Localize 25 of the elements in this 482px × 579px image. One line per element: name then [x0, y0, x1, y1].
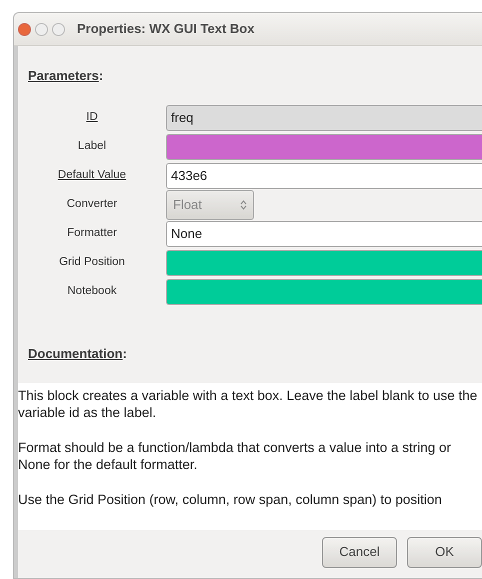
spinner-arrows-icon: [240, 199, 247, 211]
input-field[interactable]: 433e6: [166, 163, 482, 189]
close-button[interactable]: [18, 22, 31, 36]
field-label: Formatter: [67, 227, 117, 240]
doc-paragraph: Format should be a function/lambda that converts a value into a string or None for the default formatter.: [18, 438, 452, 472]
field-label: Grid Position: [59, 256, 125, 268]
doc-paragraph: Use the Grid Position (row, column, row span, column span) to position: [18, 490, 443, 508]
section-heading: Parameters:: [27, 67, 104, 85]
input-field[interactable]: None: [166, 221, 482, 247]
input-field[interactable]: [166, 250, 482, 276]
doc-paragraph: This block creates a variable with a text box. Leave the label blank to use the variable id as the label.: [18, 386, 478, 420]
field-label: Default Value: [58, 169, 126, 182]
input-field[interactable]: [166, 134, 482, 160]
ok-button[interactable]: OK: [407, 536, 482, 568]
field-label: Converter: [66, 198, 118, 210]
input-field[interactable]: [166, 279, 482, 305]
minimize-button[interactable]: [35, 22, 48, 36]
field-label: Notebook: [67, 285, 117, 298]
window-title: Properties: WX GUI Text Box: [77, 20, 254, 38]
maximize-button[interactable]: [52, 22, 65, 36]
field-label: Label: [78, 140, 106, 152]
cancel-button[interactable]: Cancel: [322, 536, 397, 568]
input-field[interactable]: freq: [166, 105, 482, 131]
field-label: ID: [86, 111, 98, 124]
section-heading: Documentation:: [27, 344, 128, 362]
